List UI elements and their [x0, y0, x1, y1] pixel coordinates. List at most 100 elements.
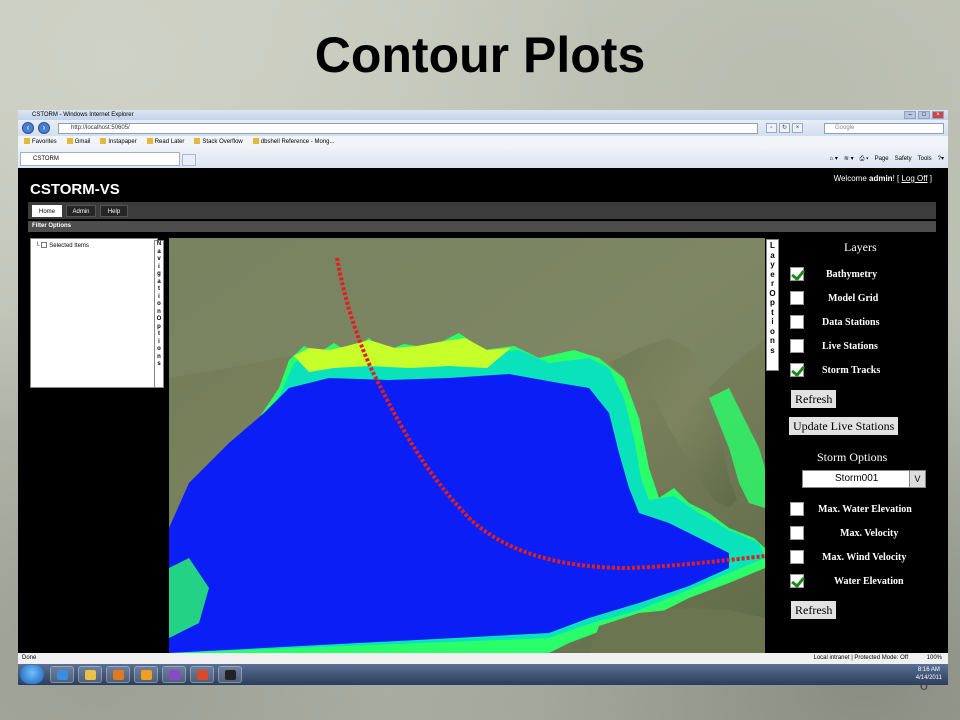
zoom-level[interactable]: 100% [927, 653, 942, 664]
layer-row-bathymetry[interactable]: Bathymetry [790, 266, 877, 282]
favorites-button[interactable]: Favorites [24, 136, 57, 148]
status-text: Done [22, 655, 37, 661]
water-elevation-label: Water Elevation [834, 575, 904, 587]
logoff-link[interactable]: Log Off [901, 174, 927, 183]
taskbar-ie[interactable] [50, 666, 74, 683]
stack-icon [194, 138, 201, 144]
menu-help[interactable]: Help [100, 205, 128, 217]
favorites-bar: Favorites Gmail Instapaper Read Later St… [18, 136, 948, 148]
fav-link-gmail[interactable]: Gmail [66, 136, 90, 148]
selected-items-panel: └ Selected Items [30, 238, 158, 388]
tree-checkbox[interactable] [41, 242, 48, 248]
layer-row-model-grid[interactable]: Model Grid [790, 290, 878, 306]
storm-refresh-button[interactable]: Refresh [791, 601, 837, 619]
chevron-down-icon[interactable]: V [909, 471, 925, 487]
help-icon[interactable]: ?▾ [938, 154, 944, 164]
feeds-icon[interactable]: ≋ ▾ [844, 154, 854, 164]
layer-row-live-stations[interactable]: Live Stations [790, 338, 878, 354]
forward-button[interactable]: › [38, 122, 50, 134]
db-icon [252, 138, 259, 144]
menu-home[interactable]: Home [32, 205, 62, 217]
taskbar-explorer[interactable] [78, 666, 102, 683]
max-wind-velocity-checkbox[interactable] [790, 550, 804, 564]
menu-admin[interactable]: Admin [66, 205, 96, 217]
navigation-options-toggle[interactable]: NavigationOptions [154, 240, 164, 388]
close-button[interactable]: × [932, 111, 944, 119]
contour-map[interactable] [169, 238, 765, 653]
cmd-icon [225, 670, 236, 680]
max-water-elevation-label: Max. Water Elevation [818, 503, 912, 515]
app-title: CSTORM-VS [30, 181, 120, 198]
browser-window: CSTORM - Windows Internet Explorer – □ ×… [18, 110, 948, 685]
max-water-elevation-checkbox[interactable] [790, 502, 804, 516]
taskbar-media[interactable] [106, 666, 130, 683]
layers-refresh-button[interactable]: Refresh [791, 390, 837, 408]
slide-title: Contour Plots [314, 27, 646, 83]
model-grid-checkbox[interactable] [790, 291, 804, 305]
live-stations-label: Live Stations [822, 340, 878, 352]
storm-tracks-label: Storm Tracks [822, 364, 881, 376]
browser-titlebar: CSTORM - Windows Internet Explorer – □ × [18, 110, 948, 120]
new-tab-button[interactable] [182, 154, 196, 166]
media-icon [113, 670, 124, 680]
tab-bar: CSTORM ⌂ ▾ ≋ ▾ ⎙ ▾ Page Safety Tools ?▾ [18, 148, 948, 168]
live-stations-checkbox[interactable] [790, 339, 804, 353]
outlook-icon [141, 670, 152, 680]
print-icon[interactable]: ⎙ ▾ [860, 154, 869, 164]
taskbar-cmd[interactable] [218, 666, 242, 683]
start-button[interactable] [20, 665, 44, 684]
bathymetry-checkbox[interactable] [790, 267, 804, 281]
safety-menu[interactable]: Safety [895, 154, 912, 164]
tree-item-selected[interactable]: └ Selected Items [35, 242, 89, 249]
model-grid-label: Model Grid [828, 292, 879, 304]
storm-row-max-water-elevation[interactable]: Max. Water Elevation [790, 501, 912, 517]
storm-row-max-velocity[interactable]: Max. Velocity [790, 525, 898, 541]
storm-options-title: Storm Options [817, 450, 888, 464]
storm-row-water-elevation[interactable]: Water Elevation [790, 573, 904, 589]
system-clock[interactable]: 8:16 AM 4/14/2011 [916, 666, 942, 682]
data-stations-label: Data Stations [822, 316, 880, 328]
vs-icon [169, 670, 180, 680]
username: admin [869, 174, 893, 183]
fav-link-stack-overflow[interactable]: Stack Overflow [194, 136, 243, 148]
refresh-page-icon[interactable]: ↻ [779, 123, 790, 133]
folder-icon [85, 670, 96, 680]
fav-link-dbshell[interactable]: dbshell Reference - Mong... [252, 136, 334, 148]
zone-status: Local intranet | Protected Mode: Off [813, 655, 909, 661]
taskbar-visual-studio[interactable] [162, 666, 186, 683]
star-icon [24, 138, 30, 144]
address-bar: ‹ › http://localhost:50605/ ▫ ↻ × Google [18, 120, 948, 136]
layer-row-storm-tracks[interactable]: Storm Tracks [790, 362, 880, 378]
minimize-button[interactable]: – [904, 111, 916, 119]
fav-link-instapaper[interactable]: Instapaper [100, 136, 137, 148]
compat-icon[interactable]: ▫ [766, 123, 777, 133]
browser-tab[interactable]: CSTORM [20, 152, 180, 166]
tools-menu[interactable]: Tools [918, 154, 932, 164]
page-icon [100, 138, 107, 144]
storm-row-max-wind-velocity[interactable]: Max. Wind Velocity [790, 549, 906, 565]
max-velocity-checkbox[interactable] [790, 526, 804, 540]
data-stations-checkbox[interactable] [790, 315, 804, 329]
stop-icon[interactable]: × [792, 123, 803, 133]
layer-row-data-stations[interactable]: Data Stations [790, 314, 880, 330]
filter-options-bar[interactable]: Filter Options [28, 221, 936, 232]
water-elevation-checkbox[interactable] [790, 574, 804, 588]
windows-taskbar: 8:16 AM 4/14/2011 [18, 664, 948, 685]
page-menu[interactable]: Page [875, 154, 889, 164]
bathymetry-label: Bathymetry [826, 268, 878, 280]
home-icon[interactable]: ⌂ ▾ [830, 154, 838, 164]
storm-select[interactable]: Storm001 V [802, 470, 926, 488]
gmail-icon [66, 138, 73, 144]
layer-options-toggle[interactable]: LayerOptions [766, 239, 779, 371]
update-live-stations-button[interactable]: Update Live Stations [789, 417, 899, 435]
storm-tracks-checkbox[interactable] [790, 363, 804, 377]
search-input[interactable]: Google [824, 123, 944, 134]
url-field[interactable]: http://localhost:50605/ [58, 123, 758, 134]
taskbar-outlook[interactable] [134, 666, 158, 683]
powerpoint-icon [197, 670, 208, 680]
max-velocity-label: Max. Velocity [840, 527, 899, 539]
fav-link-read-later[interactable]: Read Later [146, 136, 184, 148]
taskbar-powerpoint[interactable] [190, 666, 214, 683]
back-button[interactable]: ‹ [22, 122, 34, 134]
maximize-button[interactable]: □ [918, 111, 930, 119]
